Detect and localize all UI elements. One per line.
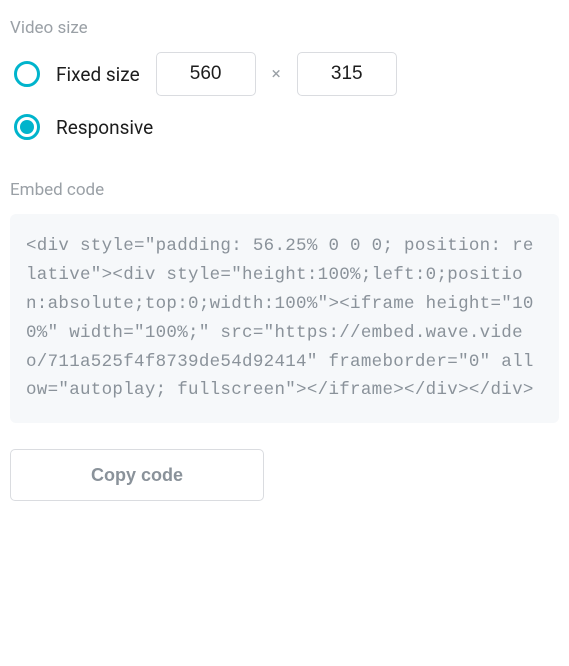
radio-row-fixed: Fixed size × xyxy=(10,52,559,96)
width-input[interactable] xyxy=(156,52,256,96)
embed-code-label: Embed code xyxy=(10,180,559,200)
height-input[interactable] xyxy=(297,52,397,96)
video-size-radio-group: Fixed size × Responsive xyxy=(10,52,559,140)
radio-responsive-dot-icon xyxy=(20,120,34,134)
copy-code-button[interactable]: Copy code xyxy=(10,449,264,501)
embed-code-block[interactable]: <div style="padding: 56.25% 0 0 0; posit… xyxy=(10,214,559,423)
radio-label-fixed: Fixed size xyxy=(56,63,140,86)
radio-label-responsive: Responsive xyxy=(56,116,153,139)
video-size-label: Video size xyxy=(10,18,559,38)
radio-responsive[interactable] xyxy=(14,114,40,140)
radio-row-responsive: Responsive xyxy=(10,114,559,140)
radio-fixed-size[interactable] xyxy=(14,61,40,87)
dimension-separator: × xyxy=(272,64,281,84)
